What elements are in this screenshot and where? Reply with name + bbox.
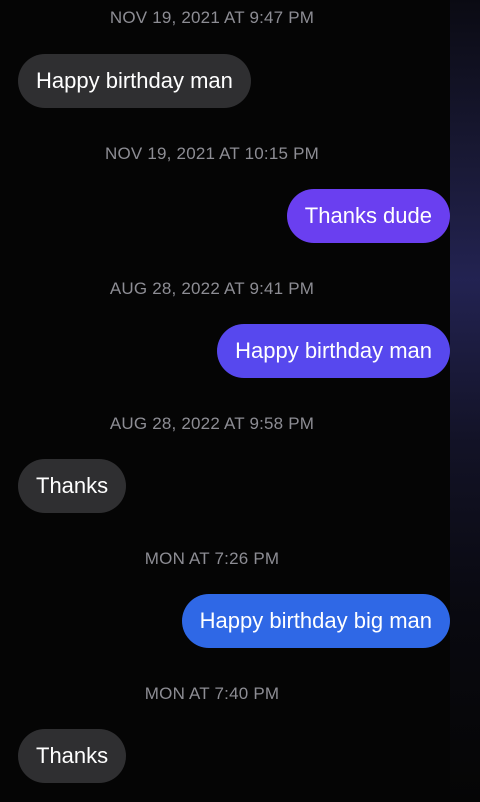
timestamp: AUG 28, 2022 AT 9:58 PM — [109, 414, 315, 433]
messages-screen: NOV 19, 2021 AT 9:47 PM Happy birthday m… — [0, 0, 480, 802]
timestamp: NOV 19, 2021 AT 9:47 PM — [109, 8, 315, 27]
outgoing-message-bubble[interactable]: Happy birthday big man — [181, 594, 450, 648]
timestamp: NOV 19, 2021 AT 10:15 PM — [105, 144, 319, 163]
outgoing-message-bubble[interactable]: Thanks dude — [286, 189, 450, 243]
outgoing-message-bubble[interactable]: Happy birthday man — [217, 324, 450, 378]
incoming-message-bubble[interactable]: Thanks — [18, 459, 127, 513]
message-thread[interactable]: NOV 19, 2021 AT 9:47 PM Happy birthday m… — [0, 0, 480, 802]
timestamp: MON AT 7:26 PM — [144, 549, 280, 568]
incoming-message-bubble[interactable]: Happy birthday man — [18, 54, 251, 108]
timestamp: AUG 28, 2022 AT 9:41 PM — [109, 279, 315, 298]
timestamp: MON AT 7:40 PM — [144, 684, 280, 703]
incoming-message-bubble[interactable]: Thanks — [18, 729, 127, 783]
